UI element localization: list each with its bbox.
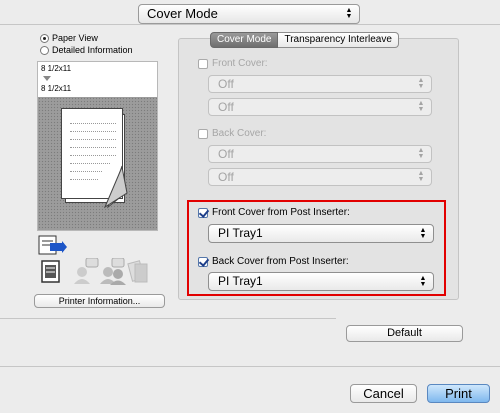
checkbox-unchecked-icon [198,58,208,69]
tab-transparency-interleave-label: Transparency Interleave [284,34,392,45]
back-post-inserter-label: Back Cover from Post Inserter: [212,256,349,267]
tab-cover-mode[interactable]: Cover Mode [210,32,279,48]
updown-arrows-icon: ▲ ▼ [419,274,427,288]
front-post-inserter-label: Front Cover from Post Inserter: [212,207,350,218]
divider [0,366,500,367]
updown-arrows-icon: ▲ ▼ [417,77,425,90]
front-cover-select-1-value: Off [218,77,234,91]
back-post-inserter-tray-select[interactable]: PI Tray1 ▲ ▼ [208,272,434,291]
down-triangle-icon [43,76,51,81]
updown-arrows-icon: ▲ ▼ [417,147,425,160]
updown-arrows-icon: ▲ ▼ [417,100,425,113]
paper-size-output: 8 1/2x11 [41,84,72,93]
paper-size-original: 8 1/2x11 [41,64,72,73]
mode-select-value: Cover Mode [147,6,218,21]
back-cover-label: Back Cover: [212,128,267,139]
default-button[interactable]: Default [346,325,463,342]
front-cover-select-2[interactable]: Off ▲ ▼ [208,98,432,116]
checkbox-unchecked-icon [198,128,208,139]
tab-transparency-interleave[interactable]: Transparency Interleave [278,32,399,48]
front-post-inserter-tray-value: PI Tray1 [218,226,263,240]
print-button[interactable]: Print [427,384,490,403]
front-cover-select-2-value: Off [218,100,234,114]
print-button-label: Print [445,386,472,401]
checkbox-checked-icon [198,207,208,218]
front-post-inserter-checkbox[interactable]: Front Cover from Post Inserter: [198,207,350,218]
user-authentication-icon [74,258,148,285]
detailed-info-radio[interactable]: Detailed Information [40,45,133,55]
front-cover-select-1[interactable]: Off ▲ ▼ [208,75,432,93]
front-cover-checkbox[interactable]: Front Cover: [198,58,268,69]
back-cover-select-2-value: Off [218,170,234,184]
paper-view-radio[interactable]: Paper View [40,33,98,43]
divider [0,318,336,319]
divider [0,24,500,25]
cancel-button[interactable]: Cancel [350,384,417,403]
printer-information-button[interactable]: Printer Information... [34,294,165,308]
detailed-info-label: Detailed Information [52,45,133,55]
tab-cover-mode-label: Cover Mode [217,34,272,45]
checkbox-checked-icon [198,256,208,267]
updown-arrows-icon: ▲ ▼ [417,170,425,183]
back-post-inserter-tray-value: PI Tray1 [218,274,263,288]
staple-document-icon [41,260,60,283]
paper-view-label: Paper View [52,33,98,43]
tab-bar: Cover Mode Transparency Interleave [210,32,399,48]
paper-preview-panel: 8 1/2x11 8 1/2x11 [37,61,158,231]
updown-arrows-icon: ▲ ▼ [419,226,427,240]
front-cover-label: Front Cover: [212,58,268,69]
back-cover-select-1[interactable]: Off ▲ ▼ [208,145,432,163]
mode-select[interactable]: Cover Mode ▲ ▼ [138,4,360,24]
cancel-button-label: Cancel [363,386,404,401]
page-preview [38,97,157,230]
radio-unselected-icon [40,45,49,55]
updown-arrows-icon: ▲ ▼ [345,7,353,20]
back-cover-select-1-value: Off [218,147,234,161]
printer-information-label: Printer Information... [58,296,141,306]
back-cover-select-2[interactable]: Off ▲ ▼ [208,168,432,186]
printer-output-icon [38,235,67,255]
back-post-inserter-checkbox[interactable]: Back Cover from Post Inserter: [198,256,349,267]
default-button-label: Default [387,327,422,339]
radio-selected-icon [40,33,49,43]
page-curl-icon [104,165,128,209]
front-post-inserter-tray-select[interactable]: PI Tray1 ▲ ▼ [208,224,434,243]
back-cover-checkbox[interactable]: Back Cover: [198,128,266,139]
